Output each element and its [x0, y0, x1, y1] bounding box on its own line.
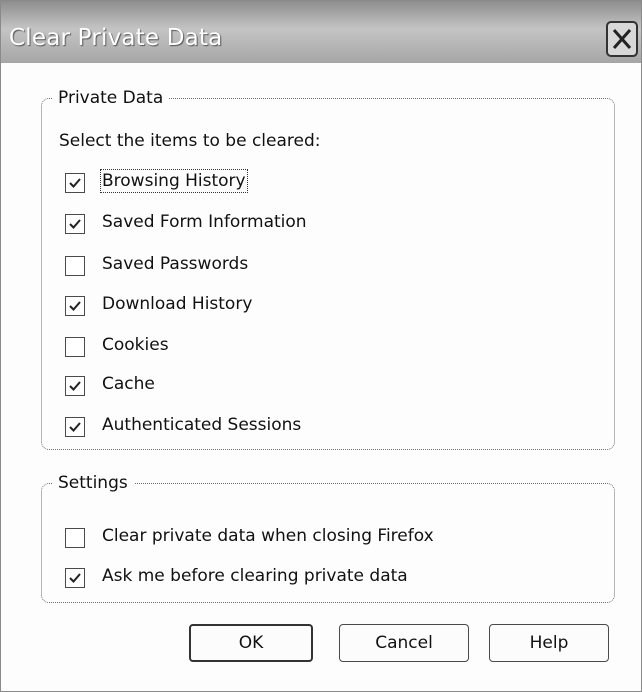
cancel-button[interactable]: Cancel — [339, 624, 469, 662]
checkbox-label: Saved Passwords — [102, 254, 249, 274]
close-icon — [612, 29, 632, 49]
checkmark-icon — [69, 573, 81, 583]
checkbox[interactable] — [65, 528, 85, 548]
dialog-title: Clear Private Data — [9, 25, 223, 51]
checkbox-label: Authenticated Sessions — [102, 415, 302, 435]
checkbox[interactable] — [65, 214, 85, 234]
close-button[interactable] — [606, 21, 638, 57]
title-bar[interactable]: Clear Private Data — [1, 1, 641, 63]
checkbox[interactable] — [65, 568, 85, 588]
clear-private-data-dialog: Clear Private Data Private Data Select t… — [0, 0, 642, 692]
checkbox[interactable] — [65, 296, 85, 316]
checkbox-label: Saved Form Information — [102, 212, 307, 232]
checkmark-icon — [69, 178, 81, 188]
checkbox[interactable] — [65, 376, 85, 396]
checkbox-label: Ask me before clearing private data — [102, 566, 408, 586]
checkmark-icon — [69, 422, 81, 432]
private-data-legend: Private Data — [58, 88, 164, 108]
checkbox[interactable] — [65, 173, 85, 193]
help-button[interactable]: Help — [489, 624, 609, 662]
select-items-prompt: Select the items to be cleared: — [59, 131, 321, 151]
checkbox-label: Browsing History — [100, 169, 248, 193]
checkbox[interactable] — [65, 417, 85, 437]
checkbox-label: Download History — [102, 294, 253, 314]
checkbox-label: Cookies — [102, 335, 169, 355]
checkbox-label: Cache — [102, 374, 155, 394]
checkmark-icon — [69, 301, 81, 311]
checkmark-icon — [69, 219, 81, 229]
checkbox[interactable] — [65, 337, 85, 357]
checkbox[interactable] — [65, 256, 85, 276]
settings-legend: Settings — [58, 473, 128, 493]
ok-button[interactable]: OK — [189, 624, 313, 662]
checkbox-label: Clear private data when closing Firefox — [102, 526, 434, 546]
checkmark-icon — [69, 381, 81, 391]
